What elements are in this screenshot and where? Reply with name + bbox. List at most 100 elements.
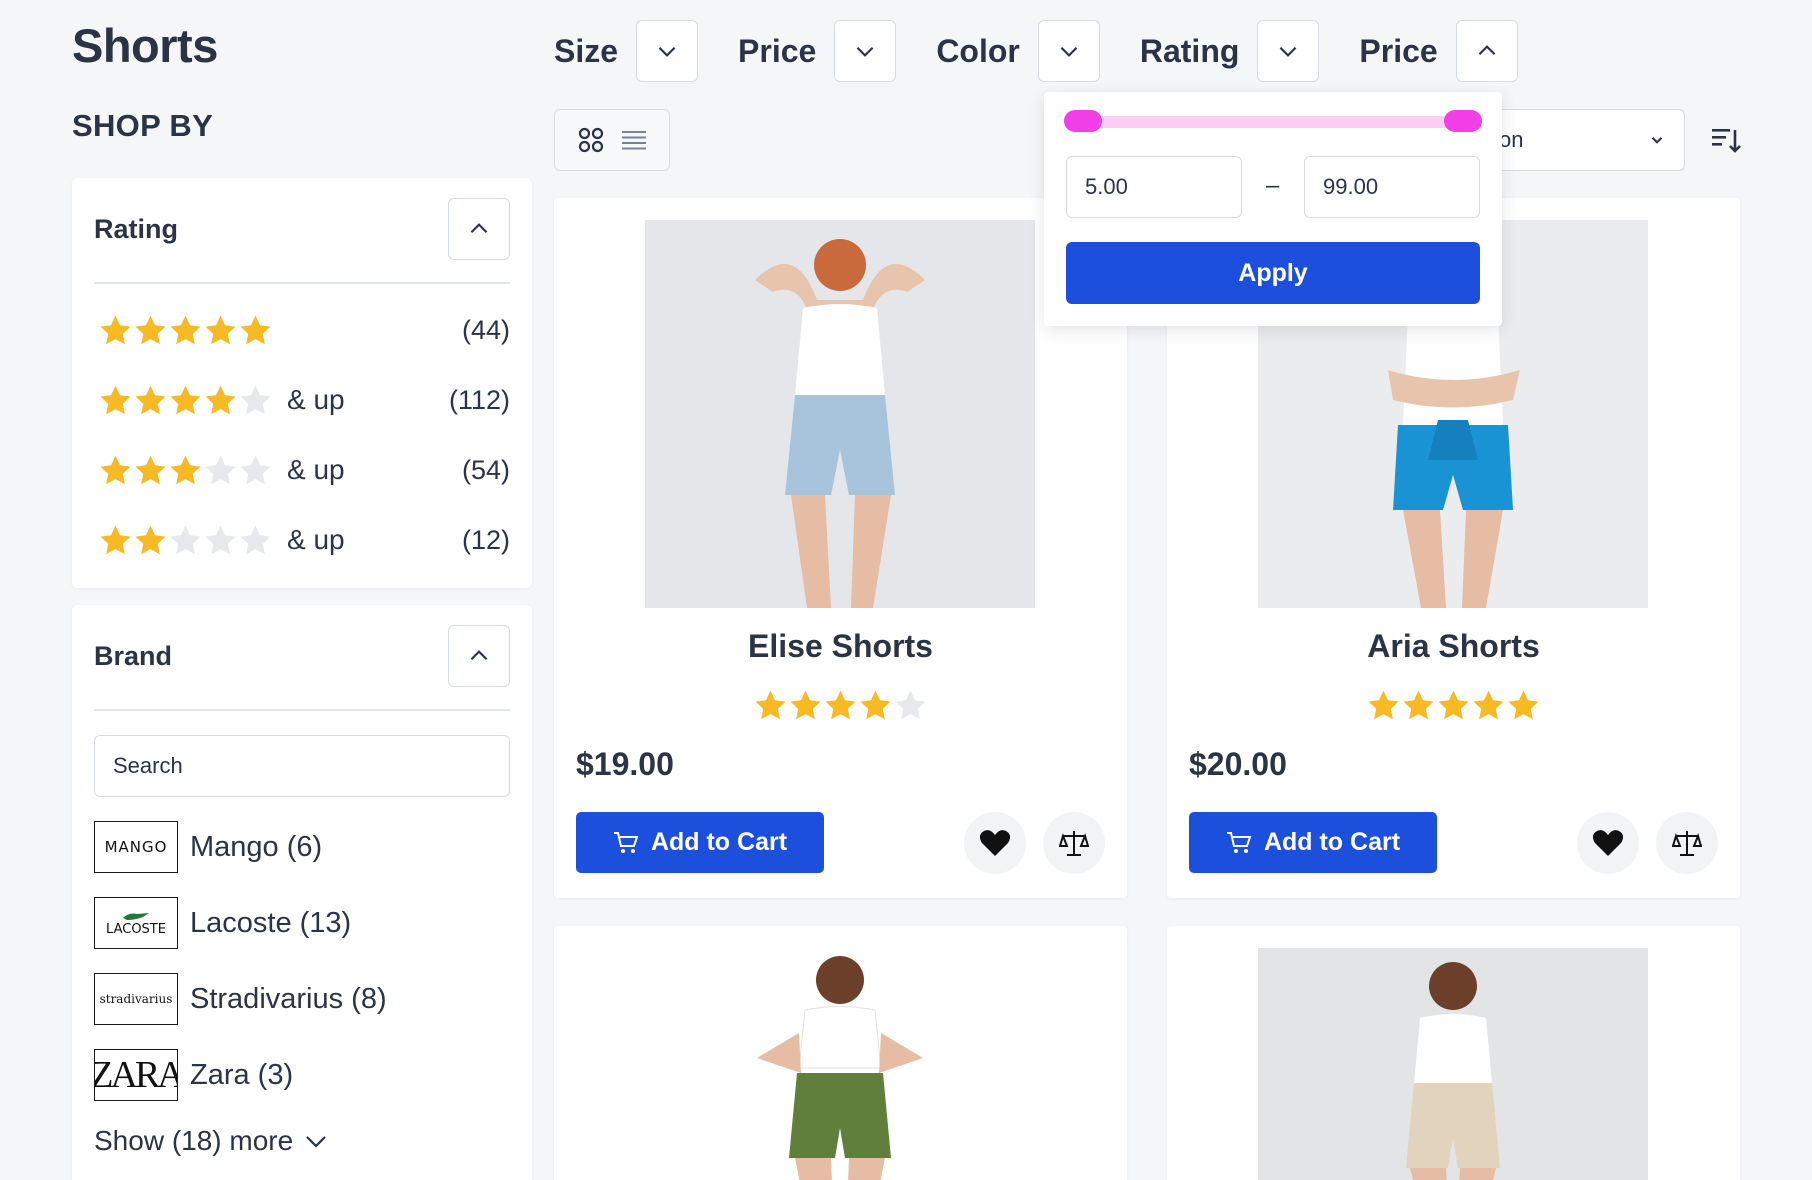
compare-button[interactable]: [1656, 812, 1718, 874]
brand-filter-header: Brand: [94, 625, 510, 687]
product-card[interactable]: [1167, 926, 1740, 1180]
product-rating: [554, 688, 1127, 723]
rating-and-up-label: & up: [287, 524, 345, 555]
filter-price-toggle[interactable]: [834, 20, 897, 82]
filter-size[interactable]: Size: [554, 20, 699, 82]
rating-filter-row[interactable]: (44): [98, 310, 510, 350]
filter-price-label: Price: [738, 32, 817, 69]
lacoste-logo: LACOSTE: [94, 897, 178, 949]
brand-search-input[interactable]: [94, 735, 510, 797]
chevron-up-icon: [470, 223, 488, 234]
heart-icon: [1592, 830, 1624, 856]
filter-price-expanded-toggle[interactable]: [1455, 20, 1518, 82]
filter-color[interactable]: Color: [936, 20, 1100, 82]
price-slider-max-handle[interactable]: [1444, 110, 1482, 132]
price-min-input[interactable]: [1066, 156, 1242, 218]
stradivarius-logo: stradivarius: [94, 973, 178, 1025]
chevron-down-icon: [1651, 137, 1663, 144]
brand-filter-collapse[interactable]: [448, 625, 510, 687]
brand-filter-card: Brand MANGO Mango (6) LACOSTE Lacoste (1…: [72, 605, 532, 1180]
star-filled-icon: [1506, 688, 1541, 723]
grid-icon[interactable]: [578, 127, 604, 153]
add-to-cart-button[interactable]: Add to Cart: [1189, 812, 1437, 873]
scale-icon: [1059, 831, 1089, 856]
filter-rating-toggle[interactable]: [1257, 20, 1320, 82]
crocodile-icon: [123, 913, 149, 920]
cart-icon: [1226, 831, 1252, 853]
product-card[interactable]: Elise Shorts $19.00 Add to Cart: [554, 198, 1127, 898]
price-range-popup: – Apply: [1044, 92, 1502, 326]
rating-count: (54): [461, 454, 510, 485]
star-filled-icon: [168, 453, 203, 488]
rating-filter-title: Rating: [94, 213, 178, 244]
price-range-separator: –: [1266, 172, 1280, 199]
filter-color-label: Color: [936, 32, 1020, 69]
wishlist-button[interactable]: [1577, 812, 1639, 874]
product-price: $20.00: [1189, 746, 1287, 782]
star-filled-icon: [168, 313, 203, 348]
brand-item-label: Mango (6): [190, 830, 323, 863]
cart-icon: [613, 831, 639, 853]
star-rating: [98, 453, 273, 488]
filter-rating[interactable]: Rating: [1140, 20, 1320, 82]
divider: [94, 282, 510, 284]
show-more-label: Show (18) more: [94, 1125, 294, 1156]
rating-count: (44): [461, 314, 510, 345]
star-filled-icon: [98, 453, 133, 488]
price-slider-track[interactable]: [1066, 116, 1480, 128]
rating-filter-collapse[interactable]: [448, 198, 510, 260]
brand-item-label: Stradivarius (8): [190, 982, 387, 1015]
heart-icon: [979, 830, 1011, 856]
star-filled-icon: [1366, 688, 1401, 723]
star-rating: [98, 383, 273, 418]
star-filled-icon: [98, 313, 133, 348]
star-filled-icon: [133, 453, 168, 488]
rating-count: (112): [448, 384, 510, 415]
star-empty-icon: [203, 453, 238, 488]
sort-descending-icon[interactable]: [1708, 122, 1744, 158]
brand-filter-title: Brand: [94, 640, 173, 671]
star-empty-icon: [893, 688, 928, 723]
product-card[interactable]: [554, 926, 1127, 1180]
brand-item-label: Zara (3): [190, 1058, 294, 1091]
star-filled-icon: [133, 523, 168, 558]
sort-select-value: on: [1499, 127, 1524, 152]
brand-item-mango[interactable]: MANGO Mango (6): [94, 820, 322, 874]
list-icon[interactable]: [621, 129, 647, 151]
add-to-cart-label: Add to Cart: [1263, 828, 1401, 856]
view-toggle: [554, 109, 670, 171]
filter-price-expanded-label: Price: [1359, 32, 1438, 69]
show-more-brands-link[interactable]: Show (18) more: [94, 1125, 329, 1157]
star-filled-icon: [788, 688, 823, 723]
brand-item-stradivarius[interactable]: stradivarius Stradivarius (8): [94, 972, 387, 1026]
rating-filter-row[interactable]: & up (12): [98, 520, 510, 560]
product-image[interactable]: [1258, 948, 1648, 1180]
brand-item-lacoste[interactable]: LACOSTE Lacoste (13): [94, 896, 351, 950]
add-to-cart-button[interactable]: Add to Cart: [576, 812, 824, 873]
add-to-cart-label: Add to Cart: [650, 828, 788, 856]
product-name[interactable]: Aria Shorts: [1167, 628, 1740, 665]
star-rating: [98, 523, 273, 558]
price-slider-min-handle[interactable]: [1064, 110, 1102, 132]
chevron-down-icon: [1060, 46, 1078, 57]
compare-button[interactable]: [1043, 812, 1105, 874]
chevron-down-icon: [306, 1136, 326, 1148]
filter-price-expanded[interactable]: Price: [1359, 20, 1518, 82]
rating-filter-row[interactable]: & up (54): [98, 450, 510, 490]
filter-price[interactable]: Price: [738, 20, 897, 82]
rating-and-up-label: & up: [287, 454, 345, 485]
product-name[interactable]: Elise Shorts: [554, 628, 1127, 665]
page-title: Shorts: [72, 19, 218, 72]
brand-item-zara[interactable]: ZARA Zara (3): [94, 1048, 293, 1102]
chevron-up-icon: [1478, 45, 1496, 56]
star-rating: [98, 313, 273, 348]
product-image[interactable]: [645, 220, 1035, 608]
filter-size-toggle[interactable]: [636, 20, 699, 82]
star-filled-icon: [133, 383, 168, 418]
rating-filter-row[interactable]: & up (112): [98, 380, 510, 420]
wishlist-button[interactable]: [964, 812, 1026, 874]
filter-color-toggle[interactable]: [1037, 20, 1100, 82]
price-max-input[interactable]: [1304, 156, 1480, 218]
apply-button[interactable]: Apply: [1066, 242, 1480, 304]
product-image[interactable]: [645, 948, 1035, 1180]
